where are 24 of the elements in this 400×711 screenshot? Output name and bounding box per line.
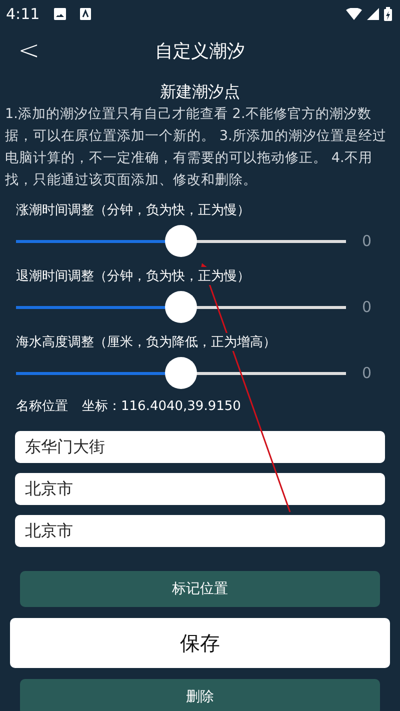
slider-thumb[interactable] [165, 291, 197, 323]
image-icon [54, 8, 66, 20]
location-label: 名称位置 [16, 398, 68, 415]
back-button[interactable]: < [12, 36, 46, 66]
section-title: 新建潮汐点 [160, 82, 240, 101]
coordinates-text: 坐标：116.4040,39.9150 [82, 398, 241, 415]
slider-value: 0 [362, 232, 372, 250]
slider-thumb[interactable] [165, 225, 197, 257]
app-icon [80, 8, 91, 20]
battery-icon [384, 7, 392, 21]
action-button[interactable]: 删除 [20, 679, 380, 711]
slider-value: 0 [362, 298, 372, 316]
page-title: 自定义潮汐 [155, 40, 245, 63]
input-field[interactable]: 北京市 [15, 515, 385, 547]
slider-value: 0 [362, 364, 372, 382]
wifi-icon [346, 8, 362, 20]
input-field[interactable]: 东华门大街 [15, 431, 385, 463]
slider-thumb[interactable] [165, 357, 197, 389]
save-button[interactable]: 保存 [10, 618, 390, 668]
status-time: 4:11 [6, 5, 40, 23]
input-field[interactable]: 北京市 [15, 473, 385, 505]
signal-icon [367, 8, 379, 20]
action-button[interactable]: 标记位置 [20, 571, 380, 607]
notice-text: 1.添加的潮汐位置只有自己才能查看 2.不能修官方的潮汐数据，可以在原位置添加一个新的。 3.所添加的潮汐位置是经过电脑计算的，不一定准确，有需要的可以拖动修正。 4.不用找，只能通过该页面添加、修改和删除。 [4, 105, 388, 190]
